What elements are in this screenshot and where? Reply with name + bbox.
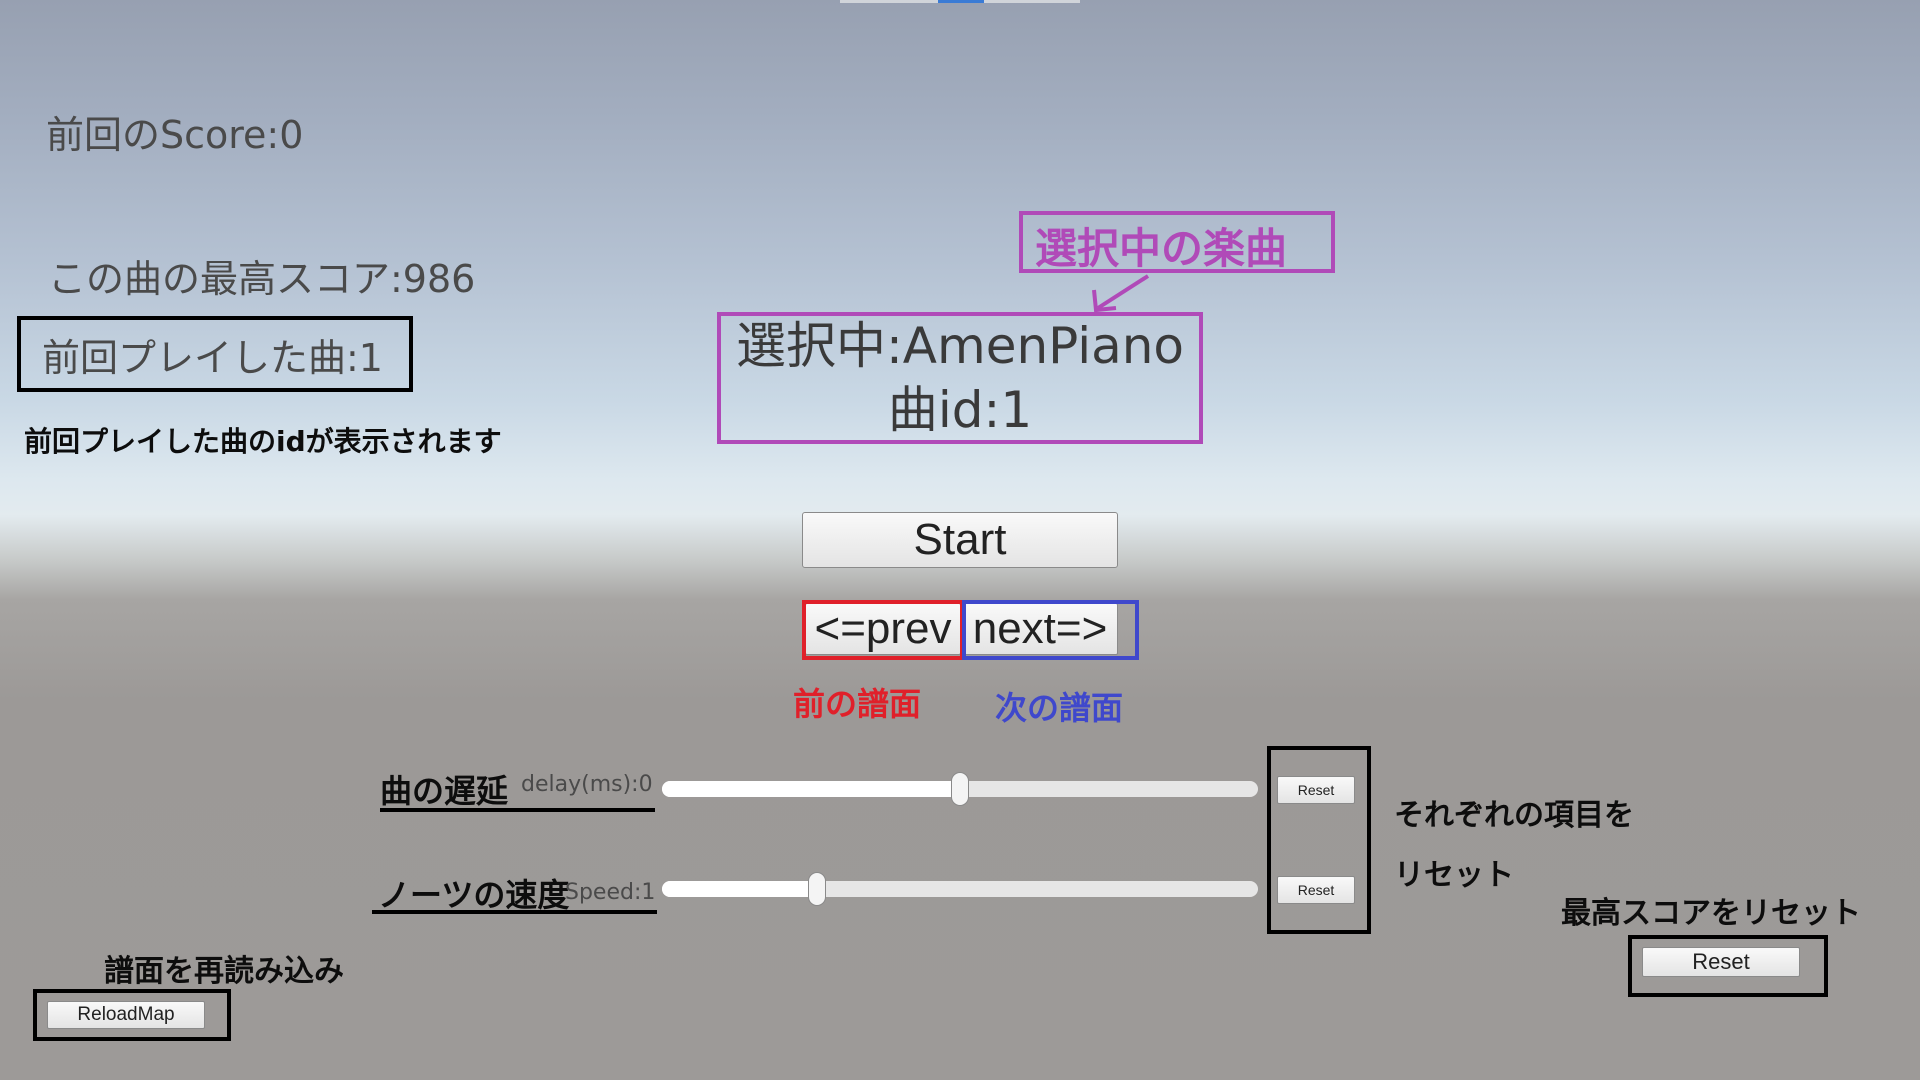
last-played-text: 前回プレイした曲:1 bbox=[42, 336, 383, 380]
delay-underline bbox=[380, 808, 655, 812]
last-played-description: 前回プレイした曲のidが表示されます bbox=[24, 425, 502, 458]
speed-reset-button[interactable]: Reset bbox=[1277, 876, 1355, 904]
delay-value-text: delay(ms):0 bbox=[521, 772, 653, 797]
speed-underline bbox=[372, 910, 657, 914]
speed-slider[interactable] bbox=[662, 881, 1258, 897]
editor-tab-strip bbox=[840, 0, 1080, 3]
delay-reset-button[interactable]: Reset bbox=[1277, 776, 1355, 804]
prev-description: 前の譜面 bbox=[793, 685, 922, 723]
delay-slider-handle[interactable] bbox=[951, 772, 969, 806]
reload-map-button[interactable]: ReloadMap bbox=[47, 1001, 205, 1029]
reset-buttons-annotation-frame bbox=[1267, 746, 1371, 934]
reset-best-score-button[interactable]: Reset bbox=[1642, 947, 1800, 977]
best-score-text: この曲の最高スコア:986 bbox=[48, 257, 476, 301]
selected-song-annotation-label: 選択中の楽曲 bbox=[1035, 224, 1288, 273]
active-tab-indicator bbox=[938, 0, 984, 3]
next-annotation-frame bbox=[962, 600, 1139, 660]
speed-slider-fill bbox=[662, 881, 817, 897]
reset-each-description-line2: リセット bbox=[1394, 858, 1514, 893]
selected-song-title: 選択中:AmenPiano bbox=[735, 317, 1185, 375]
reset-best-score-description: 最高スコアをリセット bbox=[1561, 896, 1861, 931]
reload-map-description: 譜面を再読み込み bbox=[104, 954, 344, 989]
delay-slider-fill bbox=[662, 781, 960, 797]
last-score-text: 前回のScore:0 bbox=[46, 113, 304, 157]
next-description: 次の譜面 bbox=[995, 689, 1124, 727]
speed-value-text: Speed:1 bbox=[565, 880, 656, 905]
prev-annotation-frame bbox=[802, 600, 964, 660]
selected-song-id: 曲id:1 bbox=[887, 381, 1033, 439]
reset-each-description-line1: それぞれの項目を bbox=[1394, 798, 1634, 833]
delay-annotation-label: 曲の遅延 bbox=[380, 772, 509, 810]
start-button[interactable]: Start bbox=[802, 512, 1118, 568]
speed-slider-handle[interactable] bbox=[807, 872, 826, 906]
